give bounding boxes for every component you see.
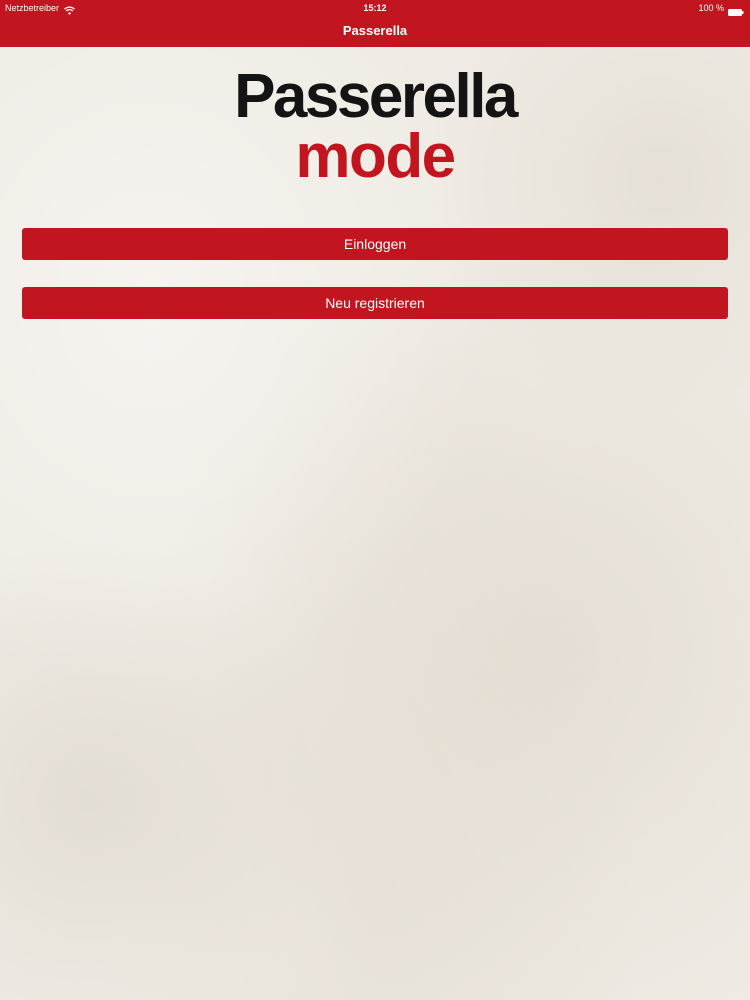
- brand-logo: Passerella mode: [225, 62, 525, 191]
- register-button[interactable]: Neu registrieren: [22, 287, 728, 319]
- status-bar: Netzbetreiber 15:12 100 %: [0, 0, 750, 16]
- status-right: 100 %: [698, 0, 744, 16]
- logo-wordmark-bottom: mode: [295, 122, 456, 191]
- status-time: 15:12: [363, 3, 387, 13]
- battery-icon: [728, 5, 744, 16]
- top-bar: Netzbetreiber 15:12 100 % Passerella: [0, 0, 750, 47]
- login-button[interactable]: Einloggen: [22, 228, 728, 260]
- battery-percent: 100 %: [698, 3, 724, 13]
- nav-title: Passerella: [342, 23, 408, 38]
